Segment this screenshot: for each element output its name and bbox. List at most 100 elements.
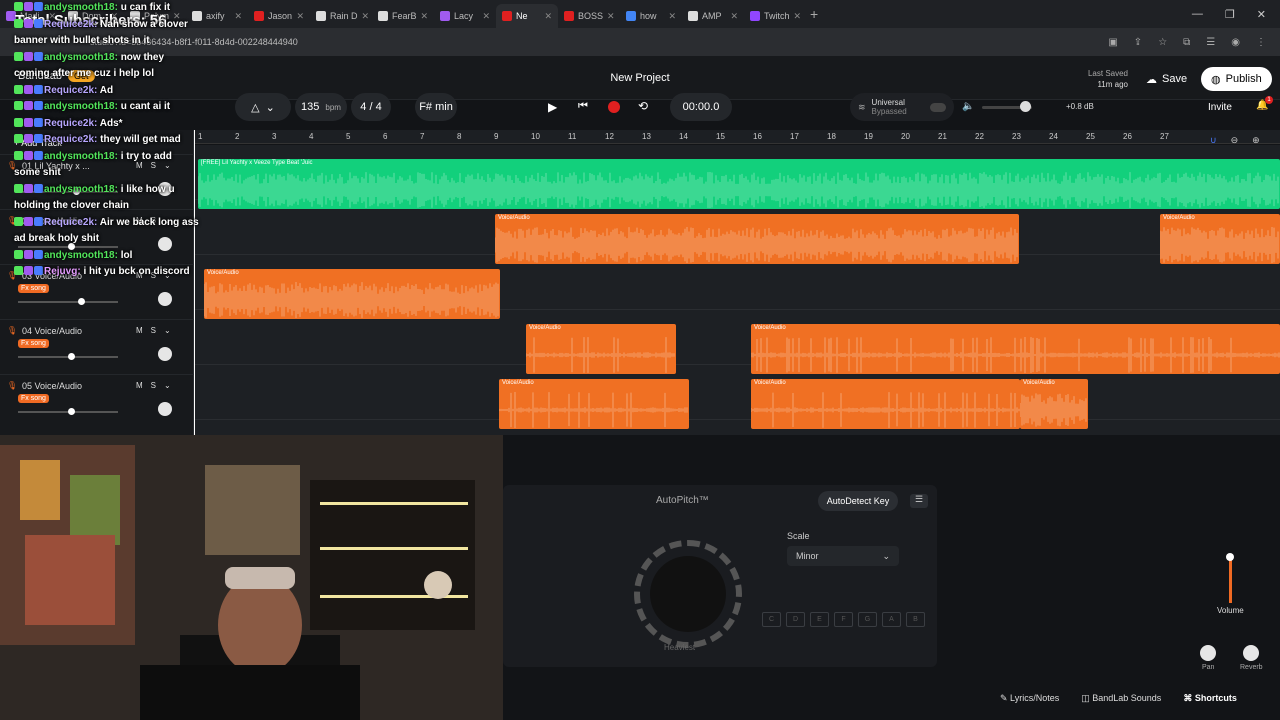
note-button[interactable]: G: [858, 612, 877, 627]
close-icon[interactable]: ✕: [1257, 8, 1266, 21]
solo-button[interactable]: S: [151, 161, 156, 170]
track-pan-knob[interactable]: [158, 347, 172, 361]
audio-clip[interactable]: Voice/Audio: [495, 214, 1019, 264]
pan-knob[interactable]: [1200, 645, 1216, 661]
record-button[interactable]: [608, 101, 620, 113]
mute-button[interactable]: M: [136, 381, 143, 390]
tab-close-icon[interactable]: ✕: [234, 11, 242, 22]
tab-close-icon[interactable]: ✕: [362, 11, 370, 22]
browser-tab[interactable]: Rain D ✕: [310, 4, 372, 28]
solo-button[interactable]: S: [151, 271, 156, 280]
bandlab-sounds-button[interactable]: ◫ BandLab Sounds: [1081, 693, 1161, 704]
track-volume-handle[interactable]: [78, 298, 85, 305]
timeline-ruler[interactable]: 1 2 3 4 5 6 7 8 9 10 11 12 13 14 15 16 17 18 19 20 21 22 23 24 2…: [194, 130, 1280, 144]
track-pan-knob[interactable]: [158, 237, 172, 251]
solo-button[interactable]: S: [151, 381, 156, 390]
tab-close-icon[interactable]: ✕: [421, 11, 429, 22]
speaker-icon[interactable]: 🔈: [962, 101, 974, 112]
chevron-down-icon[interactable]: ⌄: [164, 381, 171, 390]
track-pan-knob[interactable]: [158, 182, 172, 196]
extensions-icon[interactable]: ⧉: [1183, 37, 1190, 48]
fx-badge[interactable]: Fx song: [18, 394, 49, 403]
browser-tab[interactable]: Lacy ✕: [434, 4, 496, 28]
add-track-button[interactable]: + Add Track: [14, 138, 62, 148]
browser-tab[interactable]: BOSS ✕: [558, 4, 620, 28]
note-button[interactable]: B: [906, 612, 925, 627]
tab-close-icon[interactable]: ✕: [794, 11, 802, 22]
play-icon[interactable]: ▶: [548, 100, 557, 114]
audio-clip[interactable]: Voice/Audio: [1020, 379, 1088, 429]
share-icon[interactable]: ⇪: [1134, 37, 1142, 48]
browser-tab[interactable]: Twitch ✕: [744, 4, 806, 28]
track-volume-handle[interactable]: [73, 188, 80, 195]
note-button[interactable]: E: [810, 612, 829, 627]
audio-clip[interactable]: Voice/Audio: [751, 379, 1020, 429]
track-name[interactable]: 01 Lil Yachty x ...: [22, 161, 90, 171]
browser-tab[interactable]: Ne ✕: [496, 4, 558, 28]
note-button[interactable]: F: [834, 612, 853, 627]
bypass-toggle[interactable]: [930, 102, 946, 112]
track-header[interactable]: 🎙 04 Voice/Audio M S ⌄ Fx song: [0, 319, 194, 373]
mute-button[interactable]: M: [136, 161, 143, 170]
save-button[interactable]: ☁ Save: [1138, 68, 1195, 90]
track-volume-handle[interactable]: [68, 408, 75, 415]
tab-close-icon[interactable]: ✕: [110, 11, 118, 22]
chevron-down-icon[interactable]: ⌄: [164, 216, 171, 225]
browser-tab[interactable]: axify ✕: [186, 4, 248, 28]
tab-close-icon[interactable]: ✕: [173, 11, 181, 22]
audio-clip[interactable]: Voice/Audio: [499, 379, 689, 429]
time-signature[interactable]: 4 / 4: [351, 93, 391, 121]
loop-icon[interactable]: ⟲: [638, 99, 648, 113]
url-text[interactable]: studio?id=3b486434-b8f1-f011-8d4d-002248…: [90, 37, 298, 47]
track-name[interactable]: 05 Voice/Audio: [22, 381, 82, 391]
master-volume-knob[interactable]: [1020, 101, 1031, 112]
volume-fader-bar[interactable]: [1229, 557, 1232, 603]
track-header[interactable]: 🎙 01 Lil Yachty x ... M S ⌄: [0, 154, 194, 208]
browser-tab[interactable]: Jason ✕: [248, 4, 310, 28]
minimize-icon[interactable]: —: [1192, 8, 1203, 21]
chevron-down-icon[interactable]: ⌄: [164, 161, 171, 170]
fx-badge[interactable]: Fx song: [18, 284, 49, 293]
tab-close-icon[interactable]: ✕: [730, 11, 738, 22]
maximize-icon[interactable]: ❐: [1225, 8, 1235, 21]
browser-tab[interactable]: Madi ✕: [0, 4, 62, 28]
mute-button[interactable]: M: [136, 271, 143, 280]
track-header[interactable]: 🎙 03 Voice/Audio M S ⌄ Fx song: [0, 264, 194, 318]
chevron-down-icon[interactable]: ⌄: [164, 326, 171, 335]
mute-button[interactable]: M: [136, 216, 143, 225]
track-name[interactable]: 02 Voice/Audio: [22, 216, 82, 226]
note-button[interactable]: A: [882, 612, 901, 627]
lyrics-notes-button[interactable]: ✎ Lyrics/Notes: [1000, 693, 1059, 704]
track-name[interactable]: 03 Voice/Audio: [22, 271, 82, 281]
reverb-knob[interactable]: [1243, 645, 1259, 661]
shortcuts-button[interactable]: ⌘ Shortcuts: [1183, 693, 1237, 704]
audio-clip[interactable]: [FREE] Lil Yachty x Veeze Type Beat 'Jui…: [198, 159, 1280, 209]
skip-back-icon[interactable]: ⏮: [578, 100, 588, 113]
invite-button[interactable]: Invite: [1208, 102, 1232, 113]
tab-close-icon[interactable]: ✕: [668, 11, 676, 22]
tab-close-icon[interactable]: ✕: [544, 11, 552, 22]
track-volume-handle[interactable]: [68, 353, 75, 360]
settings-icon[interactable]: ☰: [910, 494, 928, 508]
bookmark-star-icon[interactable]: ☆: [1158, 37, 1167, 48]
tab-close-icon[interactable]: ✕: [296, 11, 304, 22]
solo-button[interactable]: S: [151, 326, 156, 335]
menu-icon[interactable]: ☰: [1206, 37, 1215, 48]
track-header[interactable]: 🎙 02 Voice/Audio M S ⌄: [0, 209, 194, 263]
fx-badge[interactable]: Fx song: [18, 339, 49, 348]
new-tab-button[interactable]: +: [810, 6, 818, 22]
publish-button[interactable]: ◍ Publish: [1201, 67, 1272, 91]
browser-tab[interactable]: how ✕: [620, 4, 682, 28]
metronome-control[interactable]: △ ⌄: [235, 93, 291, 121]
autodetect-key-button[interactable]: AutoDetect Key: [818, 491, 898, 511]
tab-close-icon[interactable]: ✕: [482, 11, 490, 22]
audio-clip[interactable]: Voice/Audio: [751, 324, 1280, 374]
scale-select[interactable]: Minor ⌄: [787, 546, 899, 566]
browser-tab[interactable]: FearB ✕: [372, 4, 434, 28]
track-header[interactable]: 🎙 05 Voice/Audio M S ⌄ Fx song: [0, 374, 194, 428]
track-pan-knob[interactable]: [158, 292, 172, 306]
tab-close-icon[interactable]: ✕: [607, 11, 615, 22]
track-volume-slider[interactable]: [18, 301, 118, 303]
audio-clip[interactable]: Voice/Audio: [526, 324, 676, 374]
audio-clip[interactable]: Voice/Audio: [1160, 214, 1280, 264]
